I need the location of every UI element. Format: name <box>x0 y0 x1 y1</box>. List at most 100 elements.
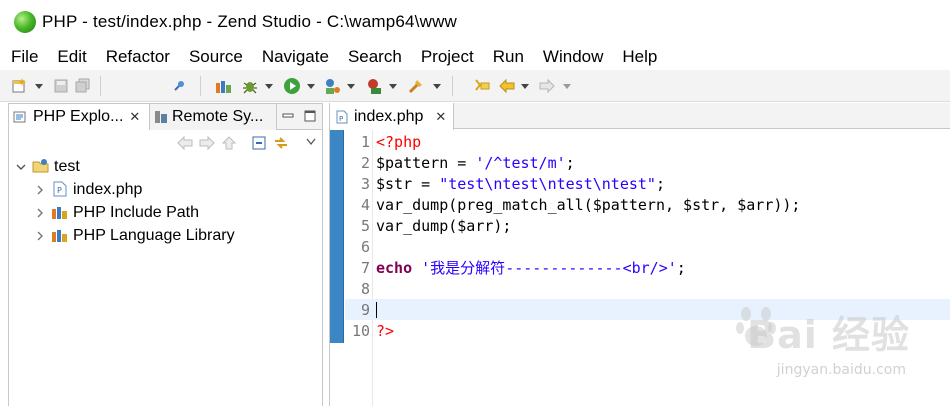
code-line[interactable]: 5 var_dump($arr); <box>345 215 950 236</box>
menu-file[interactable]: File <box>8 47 41 67</box>
close-icon[interactable]: ✕ <box>129 109 140 125</box>
code-editor: P index.php ✕ 1 <?php 2 $pattern = '/^test/… <box>329 103 950 406</box>
code-text: <?php <box>376 132 422 151</box>
coverage-icon[interactable] <box>364 77 384 95</box>
watermark-url: jingyan.baidu.com <box>776 362 906 378</box>
bookmark-icon[interactable] <box>472 77 492 95</box>
zend-studio-icon <box>14 11 36 33</box>
tab-remote-systems[interactable]: Remote Sy... <box>150 104 277 130</box>
line-number: 6 <box>360 237 370 256</box>
tree-label: index.php <box>73 180 143 198</box>
tab-label: PHP Explo... <box>33 108 124 125</box>
line-number: 9 <box>360 300 370 319</box>
line-number: 4 <box>360 195 370 214</box>
code-text: var_dump($arr); <box>376 216 512 235</box>
menu-search[interactable]: Search <box>345 47 405 67</box>
tools-icon[interactable] <box>406 77 426 95</box>
menu-navigate[interactable]: Navigate <box>259 47 332 67</box>
library-icon <box>52 207 67 219</box>
code-line[interactable]: 2 $pattern = '/^test/m'; <box>345 152 950 173</box>
tools-dropdown[interactable] <box>432 77 441 95</box>
text-caret <box>376 302 377 318</box>
pin-icon[interactable] <box>170 77 188 95</box>
menu-run[interactable]: Run <box>490 47 527 67</box>
chevron-right-icon[interactable] <box>35 208 45 218</box>
minimize-icon[interactable] <box>281 109 295 123</box>
tree-label: PHP Include Path <box>73 203 200 221</box>
menu-source[interactable]: Source <box>186 47 246 67</box>
chevron-right-icon[interactable] <box>35 231 45 241</box>
watermark-brand: Bai 经验 <box>747 313 910 357</box>
close-icon[interactable]: ✕ <box>435 109 446 125</box>
editor-tab-bar: P index.php ✕ <box>330 103 950 130</box>
main-toolbar <box>0 70 950 102</box>
tab-label: index.php <box>354 107 424 125</box>
line-number: 10 <box>351 321 370 340</box>
php-file-icon: P <box>53 181 67 197</box>
up-icon <box>221 136 237 150</box>
menu-project[interactable]: Project <box>418 47 477 67</box>
tree-item-include-path[interactable]: PHP Include Path <box>9 201 322 224</box>
link-editor-icon[interactable] <box>273 135 289 151</box>
explorer-view-toolbar <box>9 131 322 155</box>
svg-text:P: P <box>57 186 62 195</box>
back-icon <box>177 136 193 150</box>
profile-icon[interactable] <box>322 77 342 95</box>
run-icon[interactable] <box>282 77 302 95</box>
php-project-icon <box>32 159 49 173</box>
back-dropdown[interactable] <box>520 77 529 95</box>
run-dropdown[interactable] <box>306 77 315 95</box>
code-line[interactable]: 4 var_dump(preg_match_all($pattern, $str,… <box>345 194 950 215</box>
menu-help[interactable]: Help <box>619 47 660 67</box>
collapse-all-icon[interactable] <box>251 135 267 151</box>
debug-icon[interactable] <box>240 77 260 95</box>
line-number: 3 <box>360 174 370 193</box>
forward-icon <box>538 77 556 95</box>
code-text: $str = "test\ntest\ntest\ntest"; <box>376 174 665 193</box>
php-lib-icon[interactable] <box>214 77 234 95</box>
php-file-icon: P <box>336 110 348 123</box>
php-explorer-icon <box>13 111 26 123</box>
code-line[interactable]: 6 <box>345 236 950 257</box>
new-icon[interactable] <box>10 77 28 95</box>
save-all-icon <box>74 77 92 95</box>
coverage-dropdown[interactable] <box>388 77 397 95</box>
menu-window[interactable]: Window <box>540 47 606 67</box>
save-icon <box>52 77 70 95</box>
svg-text:P: P <box>339 115 343 123</box>
forward-icon <box>199 136 215 150</box>
code-line[interactable]: 8 <box>345 278 950 299</box>
maximize-icon[interactable] <box>303 109 317 123</box>
view-menu-icon[interactable] <box>306 138 316 146</box>
tree-item-file[interactable]: P index.php <box>9 178 322 201</box>
chevron-right-icon[interactable] <box>35 185 45 195</box>
code-text: ?> <box>376 321 395 340</box>
line-number: 8 <box>360 279 370 298</box>
tree-item-language-library[interactable]: PHP Language Library <box>9 224 322 247</box>
line-number: 7 <box>360 258 370 277</box>
line-number: 2 <box>360 153 370 172</box>
code-text: $pattern = '/^test/m'; <box>376 153 575 172</box>
tree-item-project[interactable]: test <box>9 155 322 178</box>
new-dropdown[interactable] <box>34 77 43 95</box>
menu-edit[interactable]: Edit <box>54 47 89 67</box>
window-title: PHP - test/index.php - Zend Studio - C:\… <box>42 12 458 31</box>
code-text: var_dump(preg_match_all($pattern, $str, … <box>376 195 801 214</box>
library-icon <box>52 230 67 242</box>
line-number: 1 <box>360 132 370 151</box>
code-line[interactable]: 1 <?php <box>345 131 950 152</box>
code-line[interactable]: 7 echo '我是分解符-------------<br/>'; <box>345 257 950 278</box>
baidu-watermark: Bai 经验 jingyan.baidu.com <box>730 304 910 394</box>
back-icon[interactable] <box>498 77 516 95</box>
chevron-down-icon[interactable] <box>16 162 26 172</box>
menu-refactor[interactable]: Refactor <box>103 47 173 67</box>
line-number: 5 <box>360 216 370 235</box>
tab-php-explorer[interactable]: PHP Explo... ✕ <box>9 104 150 130</box>
profile-dropdown[interactable] <box>346 77 355 95</box>
code-line[interactable]: 3 $str = "test\ntest\ntest\ntest"; <box>345 173 950 194</box>
debug-dropdown[interactable] <box>264 77 273 95</box>
remote-systems-icon <box>155 111 167 123</box>
annotation-ruler <box>330 130 344 343</box>
tab-index-php[interactable]: P index.php ✕ <box>330 103 454 130</box>
code-text: echo '我是分解符-------------<br/>'; <box>376 259 686 277</box>
